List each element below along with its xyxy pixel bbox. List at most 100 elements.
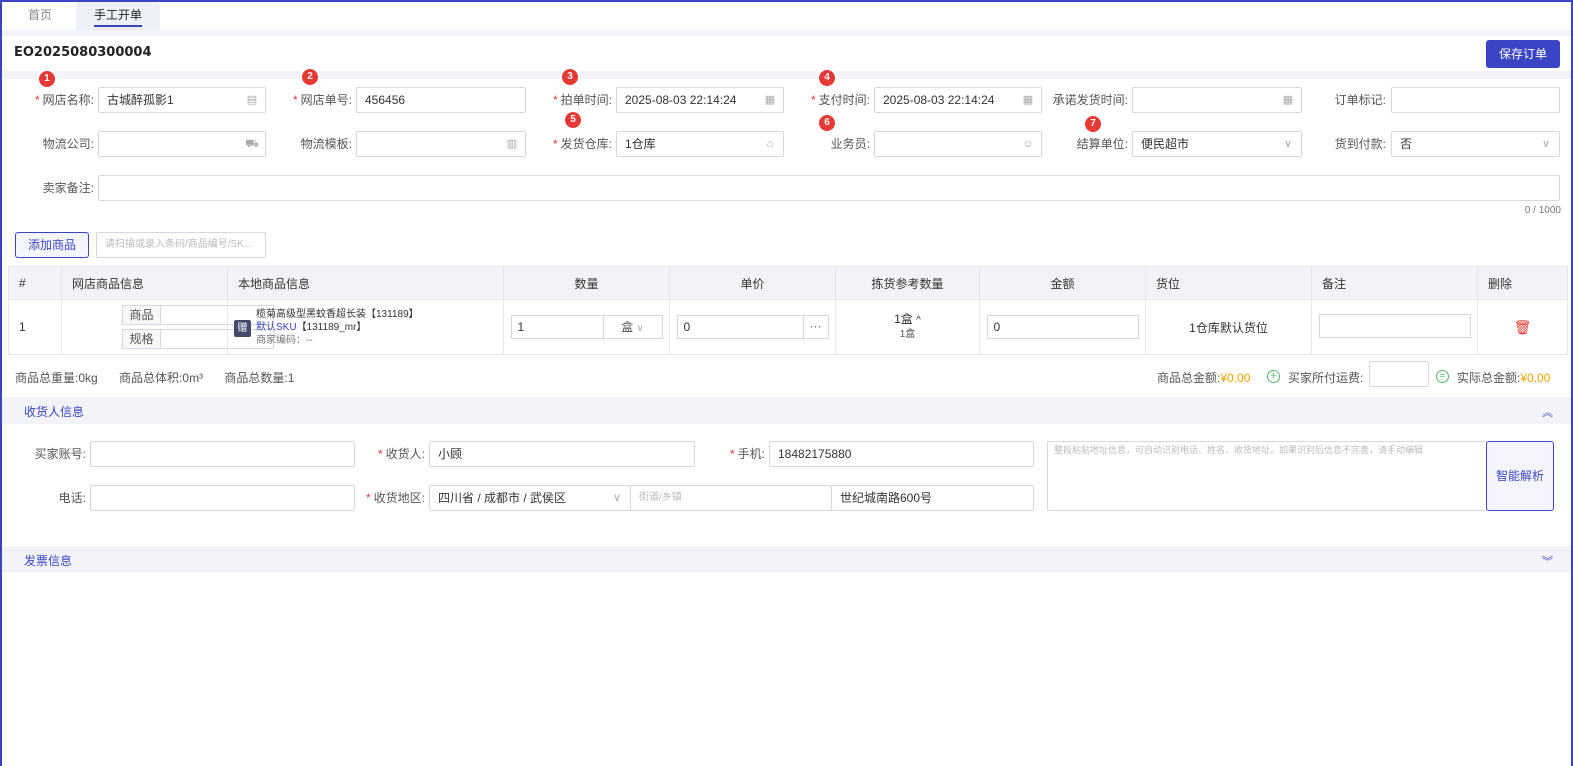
shop-name-select[interactable]: 古城醉孤影1 ▤ — [98, 87, 266, 113]
receiver-section-header[interactable]: 收货人信息 ︽ — [2, 397, 1571, 424]
unit-select[interactable]: 盒 ∨ — [604, 316, 662, 338]
annotation-badge-1: 1 — [39, 71, 55, 87]
calendar-icon: ▦ — [1282, 94, 1294, 106]
col-unit-price: 单价 — [669, 266, 836, 300]
add-product-button[interactable]: 添加商品 — [15, 232, 89, 258]
total-volume: 0m³ — [182, 371, 204, 385]
region-label: * 收货地区: — [365, 491, 425, 505]
table-header-row: # 网店商品信息 本地商品信息 数量 单价 拣货参考数量 金额 货位 备注 删除 — [8, 266, 1568, 300]
annotation-badge-7: 7 — [1085, 116, 1101, 132]
chevron-down-icon: ∨ — [636, 323, 644, 334]
tab-home[interactable]: 首页 — [16, 2, 64, 30]
shop-name-label: * 网店名称: — [34, 93, 94, 107]
actual-total: 实际总金额:¥0.00 — [1457, 371, 1551, 385]
logistics-template-select[interactable]: ▥ — [356, 131, 526, 157]
user-icon: ☺ — [1022, 138, 1034, 150]
unit-price-input[interactable]: 0 — [678, 316, 804, 338]
invoice-section-title: 发票信息 — [24, 554, 73, 568]
shop-order-no-input[interactable]: 456456 — [356, 87, 526, 113]
seller-note-label: 卖家备注: — [42, 181, 94, 195]
summary-left: 商品总重量:0kg 商品总体积:0m³ 商品总数量:1 — [15, 371, 295, 385]
cod-select[interactable]: 否 ∨ — [1391, 131, 1560, 157]
phone-input[interactable] — [90, 485, 355, 511]
receiver-section-title: 收货人信息 — [24, 405, 85, 419]
goods-total-value: ¥0.00 — [1220, 371, 1251, 385]
mobile-input[interactable]: 18482175880 — [769, 441, 1034, 467]
calendar-icon: ▦ — [1022, 94, 1034, 106]
truck-icon: ⛟ — [245, 138, 259, 150]
annotation-badge-5: 5 — [565, 112, 581, 128]
trash-icon[interactable]: 🗑 — [1514, 319, 1532, 335]
region-select[interactable]: 四川省 / 成都市 / 武侯区 ∨ — [429, 485, 631, 511]
col-shop-product-info: 网店商品信息 — [61, 266, 228, 300]
save-order-button[interactable]: 保存订单 — [1486, 40, 1560, 68]
buyer-account-label: 买家账号: — [34, 447, 86, 461]
col-index: # — [8, 266, 62, 300]
bid-time-picker[interactable]: 2025-08-03 22:14:24 ▦ — [616, 87, 784, 113]
col-note: 备注 — [1311, 266, 1478, 300]
equals-circle-icon: = — [1436, 370, 1449, 383]
pay-time-label: * 支付时间: — [810, 93, 870, 107]
order-number: EO2025080300004 — [14, 45, 152, 60]
street-select[interactable]: 街道/乡镇 — [630, 485, 832, 511]
scan-barcode-input[interactable]: 请扫描或录入条码/商品编号/SK... — [96, 232, 266, 258]
annotation-badge-3: 3 — [562, 69, 578, 85]
total-count: 1 — [287, 371, 295, 385]
pick-qty-sub: 1盒 — [899, 329, 916, 340]
settlement-unit-select[interactable]: 便民超市 ∨ — [1132, 131, 1302, 157]
order-mark-input[interactable] — [1391, 87, 1560, 113]
smart-parse-button[interactable]: 智能解析 — [1486, 441, 1554, 511]
chevron-up-icon[interactable]: ^ — [916, 315, 921, 326]
chevron-down-double-icon[interactable]: ︾ — [1542, 553, 1553, 569]
col-delete: 删除 — [1477, 266, 1568, 300]
warehouse-select[interactable]: 1仓库 ⌂ — [616, 131, 784, 157]
quantity-input[interactable]: 1 — [512, 316, 604, 338]
seller-note-input[interactable] — [98, 175, 1560, 201]
note-input[interactable] — [1318, 313, 1471, 338]
salesperson-select[interactable]: ☺ — [874, 131, 1042, 157]
row-index: 1 — [8, 299, 62, 355]
promise-ship-time-label: 承诺发货时间: — [1052, 93, 1128, 107]
tab-bar: 首页 手工开单 — [2, 2, 1571, 30]
gift-tag: 赠 — [234, 319, 251, 337]
merchant-code: 商家编码：-- — [256, 334, 313, 346]
freight-input[interactable] — [1369, 361, 1429, 387]
table-row: 1 商品 规格 赠 榄菊高级型黑蚊香超长装【131189】 默认SKU【1311… — [8, 299, 1568, 355]
logistics-template-label: 物流模板: — [300, 137, 352, 151]
receiver-name-input[interactable]: 小顾 — [429, 441, 695, 467]
invoice-section-header[interactable]: 发票信息 ︾ — [2, 546, 1571, 573]
mobile-label: * 手机: — [729, 447, 765, 461]
chevron-down-icon: ∨ — [1283, 138, 1293, 150]
receiver-name-label: * 收货人: — [377, 447, 425, 461]
location-cell: 1仓库默认货位 — [1145, 299, 1312, 355]
calendar-icon: ▦ — [764, 94, 776, 106]
order-mark-label: 订单标记: — [1334, 93, 1386, 107]
goods-total: 商品总金额:¥0.00 — [1157, 371, 1251, 385]
tab-manual-order[interactable]: 手工开单 — [76, 2, 160, 30]
total-weight: 0kg — [78, 371, 98, 385]
header-separator — [2, 30, 1571, 36]
layout-icon: ▥ — [506, 138, 518, 150]
annotation-badge-6: 6 — [819, 115, 835, 131]
plus-circle-icon: + — [1267, 370, 1280, 383]
shop-order-no-label: * 网店单号: — [292, 93, 352, 107]
amount-input[interactable]: 0 — [986, 315, 1139, 339]
pay-time-picker[interactable]: 2025-08-03 22:14:24 ▦ — [874, 87, 1042, 113]
annotation-badge-4: 4 — [819, 70, 835, 86]
promise-ship-time-picker[interactable]: ▦ — [1132, 87, 1302, 113]
chevron-down-icon: ∨ — [1541, 138, 1551, 150]
logistics-company-select[interactable]: ⛟ — [98, 131, 266, 157]
bid-time-label: * 拍单时间: — [552, 93, 612, 107]
home-icon: ⌂ — [766, 138, 774, 150]
pick-qty-main: 1盒 — [894, 312, 913, 326]
buyer-account-input[interactable] — [90, 441, 355, 467]
actual-total-value: ¥0.00 — [1520, 371, 1551, 385]
salesperson-label: 业务员: — [830, 137, 870, 151]
col-amount: 金额 — [979, 266, 1146, 300]
more-icon[interactable]: ··· — [804, 316, 828, 338]
address-input[interactable]: 世纪城南路600号 — [831, 485, 1034, 511]
sku-link[interactable]: 默认SKU — [256, 322, 297, 333]
smart-paste-textarea[interactable]: 整段粘贴地址信息，可自动识别电话、姓名、收货地址。如果识别后信息不完善，请手动编… — [1047, 441, 1487, 511]
chevron-up-double-icon[interactable]: ︽ — [1542, 404, 1553, 420]
warehouse-label: * 发货仓库: — [552, 137, 612, 151]
